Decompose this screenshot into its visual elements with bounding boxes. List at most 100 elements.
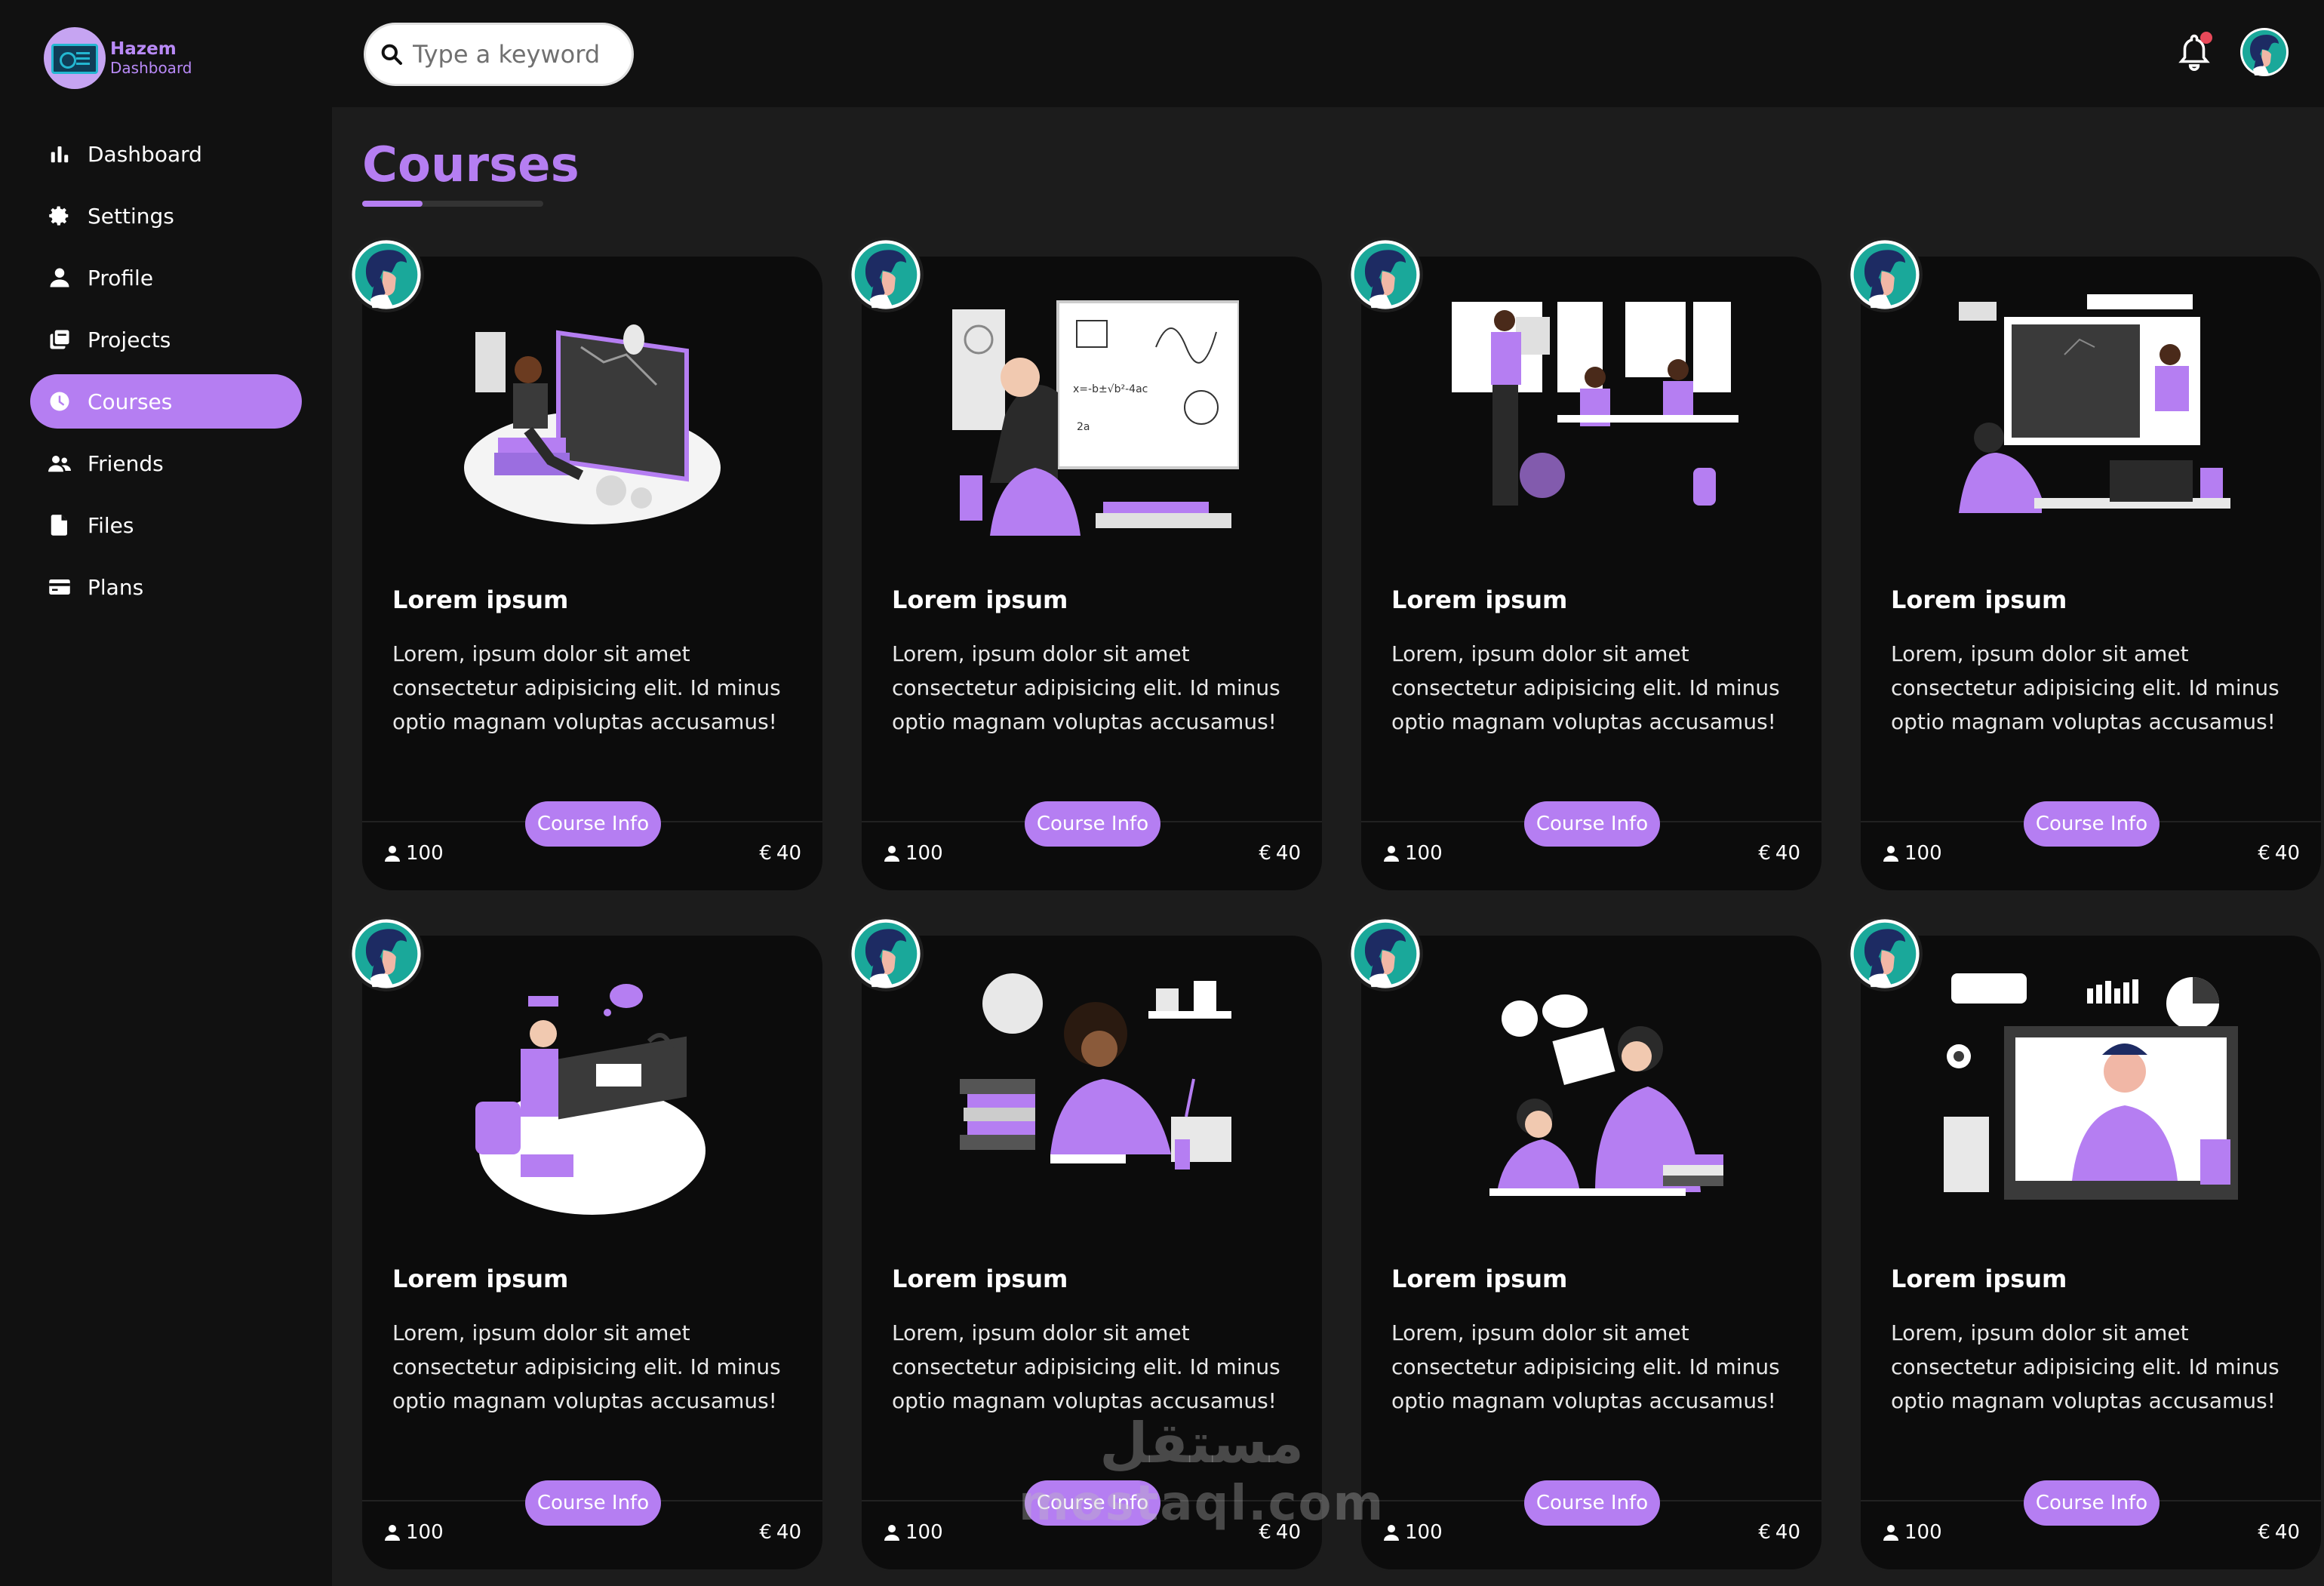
course-price-value: 40 xyxy=(1775,842,1800,865)
sidebar-item-label: Friends xyxy=(88,450,164,476)
course-price: € 40 xyxy=(759,1521,801,1544)
course-price: € 40 xyxy=(1758,1521,1800,1544)
user-icon xyxy=(1384,846,1399,862)
course-description: Lorem, ipsum dolor sit amet consectetur … xyxy=(892,1320,1280,1413)
course-illustration xyxy=(945,966,1239,1215)
sidebar-item-label: Plans xyxy=(88,574,144,600)
sidebar-item-friends[interactable]: Friends xyxy=(30,436,302,490)
course-price: € 40 xyxy=(2258,1521,2300,1544)
course-illustration xyxy=(1444,287,1738,536)
sidebar-item-plans[interactable]: Plans xyxy=(30,560,302,614)
course-description: Lorem, ipsum dolor sit amet consectetur … xyxy=(1891,641,2279,734)
course-title: Lorem ipsum xyxy=(392,586,569,614)
logo[interactable]: Hazem Dashboard xyxy=(44,27,192,89)
gear-icon xyxy=(47,203,72,229)
course-illustration xyxy=(445,966,739,1215)
svg-text:x=-b±√b²-4ac: x=-b±√b²-4ac xyxy=(1073,383,1148,395)
file-icon xyxy=(47,512,72,538)
student-count-value: 100 xyxy=(1904,1521,1942,1544)
student-count: 100 xyxy=(1882,1521,1942,1544)
course-card: Lorem ipsum Lorem, ipsum dolor sit amet … xyxy=(1348,237,1821,890)
course-illustration xyxy=(1944,287,2238,536)
student-count-value: 100 xyxy=(905,1521,943,1544)
student-count: 100 xyxy=(383,842,444,865)
chart-bar-icon xyxy=(47,141,72,167)
course-info-button[interactable]: Course Info xyxy=(1524,1480,1660,1526)
student-count: 100 xyxy=(883,1521,943,1544)
credit-card-icon xyxy=(47,574,72,600)
notification-button[interactable] xyxy=(2178,32,2212,71)
course-info-button[interactable]: Course Info xyxy=(2024,1480,2160,1526)
course-card: Lorem ipsum Lorem, ipsum dolor sit amet … xyxy=(349,916,822,1569)
course-card: x=-b±√b²-4ac 2a Lorem ipsum Lorem, ipsum … xyxy=(848,237,1322,890)
search-icon xyxy=(381,44,402,65)
user-icon xyxy=(385,846,400,862)
course-price: € 40 xyxy=(759,842,801,865)
student-count: 100 xyxy=(883,842,943,865)
student-count-value: 100 xyxy=(1405,1521,1443,1544)
avatar[interactable] xyxy=(2239,27,2289,77)
course-info-button[interactable]: Course Info xyxy=(1524,801,1660,847)
sidebar-nav: Dashboard Settings Profile Projects Cour… xyxy=(30,127,302,622)
sidebar-item-label: Projects xyxy=(88,327,171,352)
course-description: Lorem, ipsum dolor sit amet consectetur … xyxy=(1891,1320,2279,1413)
course-title: Lorem ipsum xyxy=(1891,586,2067,614)
sidebar-item-files[interactable]: Files xyxy=(30,498,302,552)
course-price-value: 40 xyxy=(2274,842,2300,865)
avatar xyxy=(1348,916,1423,991)
course-info-button[interactable]: Course Info xyxy=(525,1480,661,1526)
euro-icon: € xyxy=(2258,1521,2270,1544)
student-count: 100 xyxy=(1382,1521,1443,1544)
course-price-value: 40 xyxy=(776,842,801,865)
student-count-value: 100 xyxy=(406,842,444,865)
sidebar: Hazem Dashboard Dashboard Settings Profi… xyxy=(0,0,332,1586)
course-price-value: 40 xyxy=(2274,1521,2300,1544)
course-card: Lorem ipsum Lorem, ipsum dolor sit amet … xyxy=(1847,237,2321,890)
svg-text:2a: 2a xyxy=(1077,421,1090,433)
avatar xyxy=(349,237,424,312)
course-info-button[interactable]: Course Info xyxy=(525,801,661,847)
sidebar-item-profile[interactable]: Profile xyxy=(30,251,302,305)
logo-subtitle: Dashboard xyxy=(110,59,192,77)
euro-icon: € xyxy=(2258,842,2270,865)
watermark-arabic: مستقل xyxy=(1099,1411,1304,1476)
sidebar-item-settings[interactable]: Settings xyxy=(30,189,302,243)
sidebar-item-label: Dashboard xyxy=(88,141,202,167)
sidebar-item-dashboard[interactable]: Dashboard xyxy=(30,127,302,181)
course-info-button[interactable]: Course Info xyxy=(2024,801,2160,847)
watermark-latin: mostaql.com xyxy=(1019,1476,1385,1532)
course-title: Lorem ipsum xyxy=(892,586,1068,614)
euro-icon: € xyxy=(1259,842,1271,865)
course-card: Lorem ipsum Lorem, ipsum dolor sit amet … xyxy=(349,237,822,890)
course-price-value: 40 xyxy=(1775,1521,1800,1544)
student-count-value: 100 xyxy=(1405,842,1443,865)
sidebar-item-courses[interactable]: Courses xyxy=(30,374,302,429)
student-count: 100 xyxy=(1382,842,1443,865)
student-count: 100 xyxy=(383,1521,444,1544)
course-price-value: 40 xyxy=(776,1521,801,1544)
course-description: Lorem, ipsum dolor sit amet consectetur … xyxy=(1391,641,1780,734)
user-icon xyxy=(884,846,899,862)
course-title: Lorem ipsum xyxy=(1391,1265,1568,1293)
top-header xyxy=(332,0,2324,107)
clock-icon xyxy=(47,389,72,414)
course-description: Lorem, ipsum dolor sit amet consectetur … xyxy=(392,1320,781,1413)
student-count: 100 xyxy=(1882,842,1942,865)
avatar xyxy=(349,916,424,991)
users-icon xyxy=(47,450,72,476)
course-description: Lorem, ipsum dolor sit amet consectetur … xyxy=(392,641,781,734)
sidebar-item-label: Profile xyxy=(88,265,154,290)
user-icon xyxy=(1883,846,1898,862)
user-icon xyxy=(1883,1525,1898,1541)
sidebar-item-projects[interactable]: Projects xyxy=(30,312,302,367)
course-info-button[interactable]: Course Info xyxy=(1025,801,1160,847)
avatar xyxy=(1348,237,1423,312)
sidebar-item-label: Settings xyxy=(88,203,174,229)
euro-icon: € xyxy=(1758,842,1771,865)
avatar xyxy=(848,237,924,312)
course-title: Lorem ipsum xyxy=(892,1265,1068,1293)
logo-text: Hazem Dashboard xyxy=(110,41,192,77)
user-icon xyxy=(385,1525,400,1541)
search-box[interactable] xyxy=(364,23,634,86)
search-input[interactable] xyxy=(413,40,624,69)
